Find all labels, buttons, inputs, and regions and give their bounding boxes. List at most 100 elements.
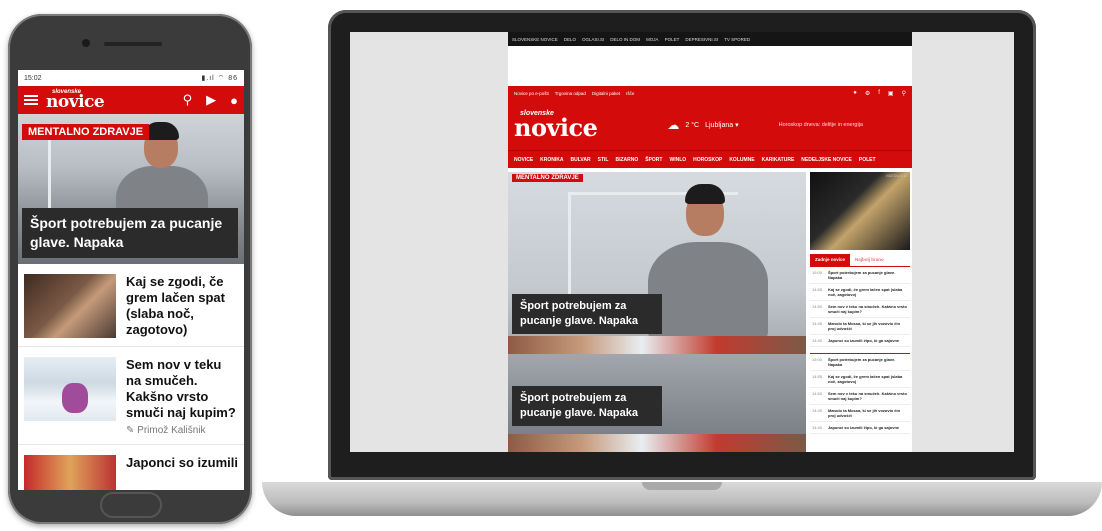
user-icon[interactable]: ● — [853, 90, 857, 97]
lead-title-repeat[interactable]: Šport potrebujem za pucanje glave. Napak… — [512, 386, 662, 426]
list-item[interactable]: 14:55 Kaj se zgodi, če grem lačen spat (s… — [810, 284, 910, 301]
cloud-icon: ☁ — [667, 118, 680, 132]
category-tag[interactable]: MENTALNO ZDRAVJE — [512, 174, 583, 182]
list-item[interactable]: Japonci so izumili — [18, 445, 244, 490]
status-time: 15:02 — [24, 74, 42, 82]
tab-most-read[interactable]: Najbolj brano — [850, 254, 889, 266]
list-item[interactable]: 14:45 Manolo ta Mossa, ki se jih vozovio … — [810, 318, 910, 335]
phone-mockup: 15:02 ▮.ıl ⌔ 86 slovenske novice ⚲ ▶ ● M… — [8, 14, 252, 524]
weather-widget[interactable]: ☁ 2 °C Ljubljana ▾ — [667, 118, 738, 132]
hero-title[interactable]: Šport potrebujem za pucanje glave. Napak… — [22, 208, 238, 258]
site-logo[interactable]: slovenske novice — [46, 89, 105, 111]
network-link[interactable]: POLET — [665, 37, 680, 42]
news-list-repeat: 15:00 Šport potrebujem za pucanje glave. … — [810, 353, 910, 434]
search-icon[interactable]: ⚲ — [902, 90, 906, 97]
user-icon[interactable]: ● — [230, 93, 238, 108]
nav-item[interactable]: NOVICE — [514, 157, 533, 163]
front-camera — [82, 39, 90, 47]
main-nav: NOVICE KRONIKA BULVAR STIL BIZARNO ŠPORT… — [508, 150, 912, 168]
article-thumbnail — [24, 357, 116, 421]
network-bar: SLOVENSKE NOVICE DELO OGLASI.SI DELO IN … — [508, 32, 912, 46]
lead-runner-cap — [685, 184, 725, 204]
hamburger-menu-icon[interactable] — [24, 95, 38, 105]
nav-item[interactable]: KARIKATURE — [762, 157, 795, 163]
search-icon[interactable]: ⚲ — [183, 92, 193, 108]
nav-item[interactable]: KOLUMNE — [729, 157, 754, 163]
facebook-icon[interactable]: f — [878, 90, 880, 97]
list-item[interactable]: Sem nov v teku na smučeh. Kakšno vrsto s… — [18, 347, 244, 445]
network-link[interactable]: DELO IN DOM — [610, 37, 640, 42]
video-player[interactable]: VIDEO ▸ 0:12 — [810, 172, 910, 250]
laptop-screen: SLOVENSKE NOVICE DELO OGLASI.SI DELO IN … — [350, 32, 1014, 452]
laptop-mockup: SLOVENSKE NOVICE DELO OGLASI.SI DELO IN … — [328, 10, 1036, 480]
nav-item[interactable]: WINLO — [669, 157, 686, 163]
website: SLOVENSKE NOVICE DELO OGLASI.SI DELO IN … — [508, 32, 912, 452]
list-item[interactable]: 14:50 Sem nov v teku na smučeh. Kakšno vr… — [810, 388, 910, 405]
phone-speaker — [104, 42, 162, 46]
list-item[interactable]: 14:55 Kaj se zgodi, če grem lačen spat (s… — [810, 371, 910, 388]
main-content: MENTALNO ZDRAVJE Šport potrebujem za puc… — [508, 168, 912, 452]
list-item[interactable]: 15:00 Šport potrebujem za pucanje glave. … — [810, 354, 910, 371]
weather-city[interactable]: Ljubljana ▾ — [705, 121, 738, 129]
site-header: Novice po e-pošti Trgovina odpad Digital… — [508, 86, 912, 168]
sidebar: VIDEO ▸ 0:12 Zadnje novice Najbolj brano… — [810, 172, 910, 452]
nav-item[interactable]: STIL — [598, 157, 609, 163]
nav-item[interactable]: HOROSKOP — [693, 157, 722, 163]
network-link[interactable]: DEPRESIVNI.SI — [685, 37, 718, 42]
util-link[interactable]: Novice po e-pošti — [514, 91, 549, 96]
list-item[interactable]: Kaj se zgodi, če grem lačen spat (slaba … — [18, 264, 244, 347]
list-item[interactable]: 14:45 Manolo ta Mossa, ki se jih vozovio … — [810, 405, 910, 422]
article-title[interactable]: Kaj se zgodi, če grem lačen spat (slaba … — [126, 274, 240, 338]
nav-item[interactable]: KRONIKA — [540, 157, 563, 163]
weather-temp: 2 °C — [685, 121, 700, 129]
lead-runner-figure — [648, 242, 768, 342]
utility-bar: Novice po e-pošti Trgovina odpad Digital… — [508, 86, 912, 100]
util-link[interactable]: Išče — [626, 91, 634, 96]
list-item[interactable]: 14:50 Sem nov v teku na smučeh. Kakšno vr… — [810, 301, 910, 318]
nav-item[interactable]: POLET — [859, 157, 876, 163]
status-bar: 15:02 ▮.ıl ⌔ 86 — [18, 70, 244, 86]
nav-item[interactable]: ŠPORT — [645, 157, 662, 163]
nav-item[interactable]: BULVAR — [571, 157, 591, 163]
article-title[interactable]: Sem nov v teku na smučeh. Kakšno vrsto s… — [126, 357, 240, 421]
masthead: slovenske novice ☁ 2 °C Ljubljana ▾ Horo… — [508, 100, 912, 150]
home-button[interactable] — [100, 492, 162, 518]
list-item[interactable]: 15:00 Šport potrebujem za pucanje glave. … — [810, 267, 910, 284]
laptop-base — [262, 482, 1102, 516]
horoscope-teaser[interactable]: Horoskop dneva: delitje in energija — [779, 122, 863, 128]
cart-icon[interactable]: ▣ — [888, 90, 894, 97]
nav-item[interactable]: NEDELJSKE NOVICE — [801, 157, 852, 163]
category-tag[interactable]: MENTALNO ZDRAVJE — [22, 124, 150, 140]
article-thumbnail — [24, 455, 116, 490]
image-strip — [508, 336, 806, 354]
article-author: Primož Kališnik — [137, 425, 206, 436]
list-item[interactable]: 14:40 Japonci so izumili čipo, ki ga sajo… — [810, 335, 910, 347]
ad-space — [508, 46, 912, 86]
article-thumbnail — [24, 274, 116, 338]
network-link[interactable]: TV SPORED — [724, 37, 750, 42]
status-icons: ▮.ıl ⌔ 86 — [201, 74, 238, 82]
phone-screen: 15:02 ▮.ıl ⌔ 86 slovenske novice ⚲ ▶ ● M… — [18, 70, 244, 490]
network-link[interactable]: DELO — [564, 37, 576, 42]
hero-article[interactable]: MENTALNO ZDRAVJE Šport potrebujem za puc… — [18, 114, 244, 264]
news-list: 15:00 Šport potrebujem za pucanje glave. … — [810, 266, 910, 347]
util-link[interactable]: Trgovina odpad — [555, 91, 586, 96]
list-item[interactable]: 14:40 Japonci so izumili čipo, ki ga sajo… — [810, 422, 910, 434]
gear-icon[interactable]: ⚙ — [865, 90, 870, 97]
news-tabs: Zadnje novice Najbolj brano — [810, 254, 910, 266]
nav-item[interactable]: BIZARNO — [615, 157, 638, 163]
network-link[interactable]: MOJA — [646, 37, 659, 42]
tab-latest[interactable]: Zadnje novice — [810, 254, 851, 266]
play-icon[interactable]: ▶ — [206, 92, 216, 108]
lead-article[interactable]: MENTALNO ZDRAVJE Šport potrebujem za puc… — [508, 172, 806, 452]
lead-title[interactable]: Šport potrebujem za pucanje glave. Napak… — [512, 294, 662, 334]
video-label: VIDEO ▸ 0:12 — [885, 174, 907, 178]
network-link[interactable]: SLOVENSKE NOVICE — [512, 37, 558, 42]
laptop-notch — [642, 482, 722, 490]
pencil-icon: ✎ — [126, 425, 135, 436]
network-link[interactable]: OGLASI.SI — [582, 37, 604, 42]
image-strip — [508, 434, 806, 452]
article-title[interactable]: Japonci so izumili — [126, 455, 240, 471]
util-link[interactable]: Digitalni paket — [592, 91, 620, 96]
site-logo[interactable]: slovenske novice — [514, 110, 598, 140]
